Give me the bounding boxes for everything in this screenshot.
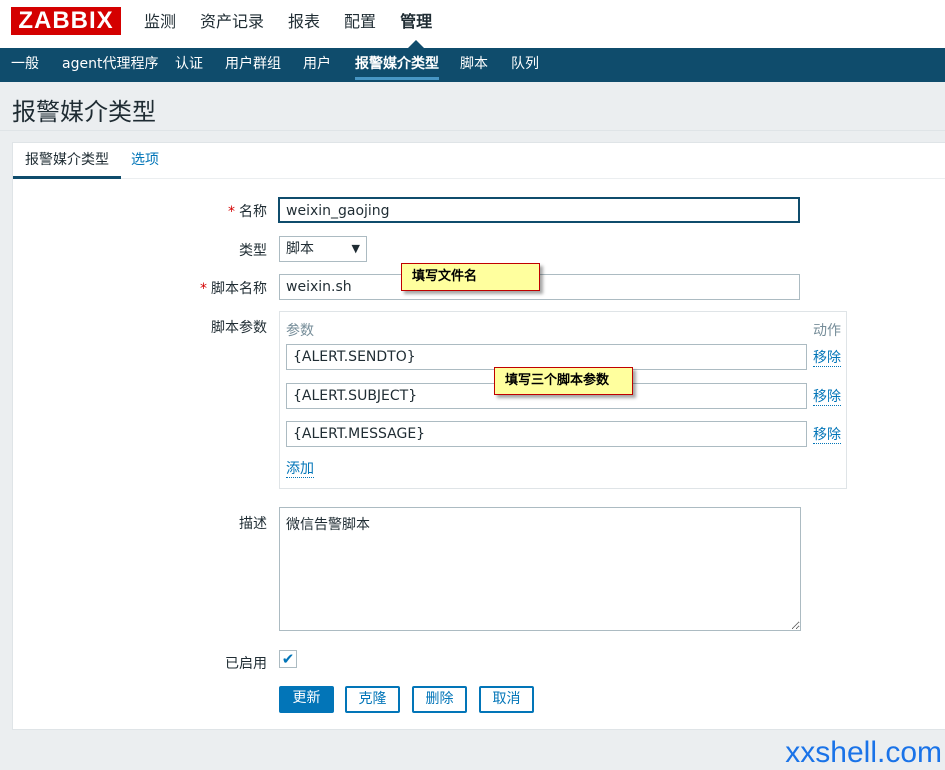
submenu-media-types[interactable]: 报警媒介类型 — [355, 48, 439, 82]
type-select-value: 脚本 — [286, 241, 314, 257]
delete-button[interactable]: 删除 — [412, 686, 467, 713]
watermark: xxshell.com — [785, 736, 942, 769]
param-input-3[interactable]: {ALERT.MESSAGE} — [286, 421, 807, 447]
enabled-label: 已启用 — [225, 656, 267, 672]
submenu-queue[interactable]: 队列 — [511, 48, 539, 82]
script-name-label: * 脚本名称 — [67, 278, 267, 298]
required-mark: * — [228, 204, 235, 220]
sub-menu: 一般 agent代理程序 认证 用户群组 用户 报警媒介类型 脚本 队列 — [0, 48, 945, 82]
menu-monitoring[interactable]: 监测 — [144, 0, 176, 48]
type-label: 类型 — [239, 243, 267, 259]
name-input[interactable]: weixin_gaojing — [278, 197, 800, 223]
update-button[interactable]: 更新 — [279, 686, 334, 713]
script-params-table: 参数 动作 {ALERT.SENDTO} 移除 {ALERT.SUBJECT} … — [279, 311, 847, 489]
description-label: 描述 — [239, 516, 267, 532]
page-title: 报警媒介类型 — [12, 98, 156, 126]
clone-button[interactable]: 克隆 — [345, 686, 400, 713]
submenu-general[interactable]: 一般 — [11, 48, 39, 82]
action-header: 动作 — [813, 323, 841, 339]
submenu-user-groups[interactable]: 用户群组 — [225, 48, 281, 82]
tab-options[interactable]: 选项 — [131, 143, 159, 179]
script-params-label: 脚本参数 — [211, 320, 267, 336]
top-bar: ZABBIX 监测 资产记录 报表 配置 管理 — [0, 0, 945, 48]
menu-administration[interactable]: 管理 — [400, 0, 432, 48]
file-name-callout: 填写文件名 — [401, 263, 540, 291]
params-callout: 填写三个脚本参数 — [494, 367, 633, 395]
tab-bar: 报警媒介类型 选项 — [13, 143, 945, 179]
main-menu: 监测 资产记录 报表 配置 管理 — [144, 0, 456, 48]
add-param-link[interactable]: 添加 — [286, 461, 314, 478]
tab-media-type[interactable]: 报警媒介类型 — [13, 143, 121, 179]
cancel-button[interactable]: 取消 — [479, 686, 534, 713]
menu-configuration[interactable]: 配置 — [344, 0, 376, 48]
enabled-checkbox[interactable]: ✔ — [279, 650, 297, 668]
menu-reports[interactable]: 报表 — [288, 0, 320, 48]
submenu-proxies[interactable]: agent代理程序 — [62, 48, 158, 82]
submenu-authentication[interactable]: 认证 — [175, 48, 203, 82]
type-select[interactable]: 脚本 ▼ — [279, 236, 367, 262]
remove-param-1-link[interactable]: 移除 — [813, 350, 841, 367]
title-divider — [0, 130, 945, 131]
submenu-scripts[interactable]: 脚本 — [460, 48, 488, 82]
params-header: 参数 — [286, 323, 314, 339]
remove-param-2-link[interactable]: 移除 — [813, 389, 841, 406]
remove-param-3-link[interactable]: 移除 — [813, 427, 841, 444]
name-label: * 名称 — [67, 201, 267, 221]
script-name-label-text: 脚本名称 — [211, 281, 267, 297]
form-panel: 报警媒介类型 选项 * 名称 weixin_gaojing 类型 脚本 ▼ * 脚本… — [12, 142, 945, 730]
submenu-users[interactable]: 用户 — [303, 48, 331, 82]
required-mark: * — [200, 281, 207, 297]
menu-inventory[interactable]: 资产记录 — [200, 0, 264, 48]
checkmark-icon: ✔ — [281, 650, 295, 668]
description-textarea[interactable]: 微信告警脚本 — [279, 507, 801, 631]
zabbix-logo[interactable]: ZABBIX — [11, 7, 121, 35]
chevron-down-icon: ▼ — [351, 242, 360, 255]
name-label-text: 名称 — [239, 204, 267, 220]
